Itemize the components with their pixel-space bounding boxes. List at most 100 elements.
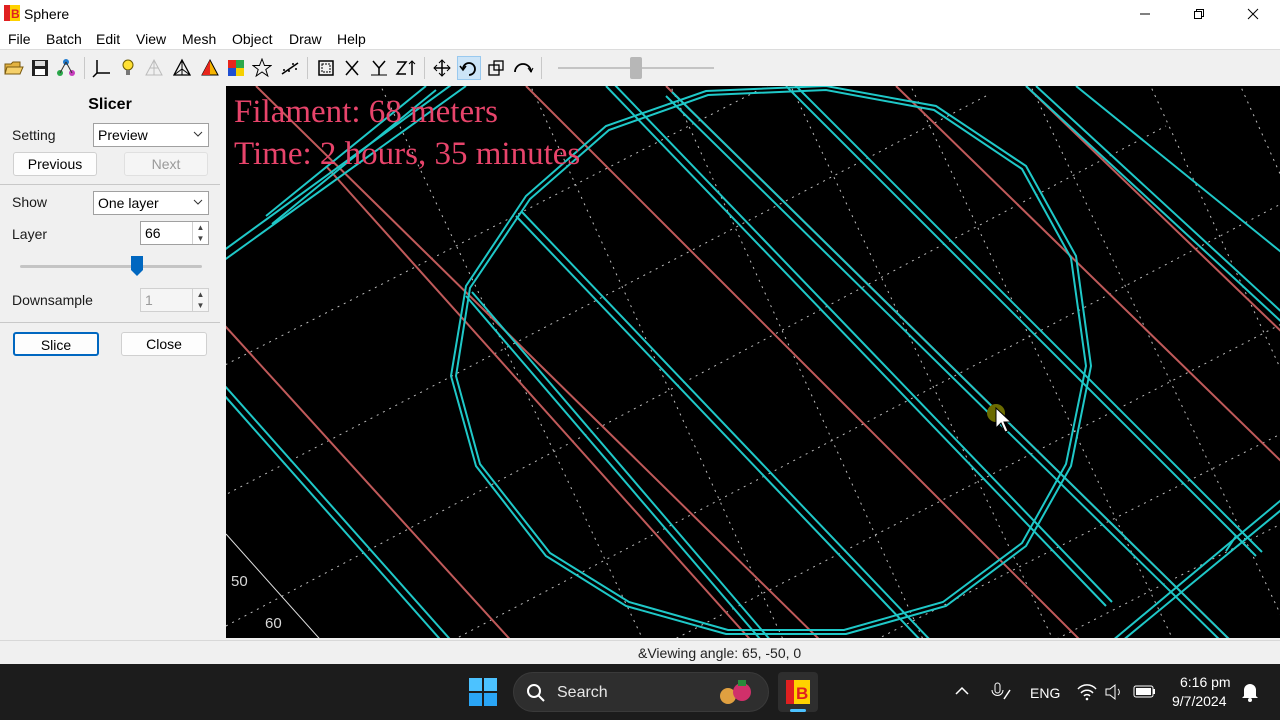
axis-tick-label: 60 [265, 615, 282, 632]
axis-y-icon [371, 60, 387, 76]
toolbar-separator [84, 57, 85, 79]
downsample-label: Downsample [12, 292, 93, 308]
scatter-button[interactable] [278, 56, 302, 80]
zoom-slider-thumb[interactable] [630, 57, 642, 79]
viewing-angle-status: &Viewing angle: 65, -50, 0 [638, 645, 802, 661]
wireframe-button[interactable] [142, 56, 166, 80]
downsample-value: 1 [145, 292, 153, 308]
toolbar-separator [541, 57, 542, 79]
rotate-icon [459, 62, 476, 76]
save-button[interactable] [28, 56, 52, 80]
downsample-spinner[interactable]: 1 ▲ ▼ [140, 288, 209, 312]
axes-icon [92, 60, 110, 78]
status-bar: &Viewing angle: 65, -50, 0 [0, 640, 1280, 664]
menu-edit[interactable]: Edit [96, 31, 120, 47]
layer-slider-track[interactable] [20, 265, 202, 268]
network-icon [57, 59, 75, 76]
select-box-icon [318, 60, 334, 76]
menu-file[interactable]: File [8, 31, 31, 47]
notification-bell-icon[interactable] [1240, 682, 1260, 702]
close-icon [1247, 8, 1259, 20]
3d-viewport[interactable]: Filament: 68 meters Time: 2 hours, 35 mi… [226, 86, 1280, 638]
menu-mesh[interactable]: Mesh [182, 31, 216, 47]
slice-button[interactable]: Slice [13, 332, 99, 356]
shaded-button[interactable] [198, 56, 222, 80]
clock-time[interactable]: 6:16 pm [1180, 674, 1231, 690]
maximize-button[interactable] [1172, 0, 1226, 28]
setting-label: Setting [12, 127, 56, 143]
colormap-icon [228, 60, 244, 76]
windows-start-icon[interactable] [469, 678, 497, 706]
title-bar: B Sphere [0, 0, 1280, 28]
battery-icon[interactable] [1133, 684, 1157, 700]
minimize-button[interactable] [1118, 0, 1172, 28]
slicer-panel: Slicer Setting Preview Previous Next Sho… [0, 86, 226, 638]
app-logo-icon: B [4, 5, 20, 21]
search-icon [527, 684, 545, 702]
star-button[interactable] [250, 56, 274, 80]
previous-button[interactable]: Previous [13, 152, 97, 176]
window-title: Sphere [24, 6, 70, 22]
setting-dropdown[interactable]: Preview [93, 123, 209, 147]
menu-object[interactable]: Object [232, 31, 272, 47]
shaded-icon [201, 58, 219, 76]
setting-value: Preview [98, 127, 148, 143]
clock-date[interactable]: 9/7/2024 [1172, 693, 1227, 709]
menu-bar: File Batch Edit View Mesh Object Draw He… [0, 28, 1280, 50]
panel-title: Slicer [88, 96, 132, 113]
close-button[interactable]: Close [121, 332, 207, 356]
chevron-down-icon [193, 199, 203, 205]
toolbar-separator [424, 57, 425, 79]
taskbar-app-sphere[interactable]: B [778, 672, 818, 712]
menu-draw[interactable]: Draw [289, 31, 322, 47]
panel-divider [0, 322, 220, 323]
svg-text:B: B [796, 684, 808, 703]
axes-button[interactable] [90, 56, 114, 80]
axis-tick-label: 50 [231, 573, 248, 590]
microphone-pen-icon[interactable] [988, 682, 1012, 702]
layer-value: 66 [145, 225, 161, 241]
language-indicator[interactable]: ENG [1030, 685, 1060, 701]
move-button[interactable] [430, 56, 454, 80]
spinner-arrows[interactable]: ▲ ▼ [192, 289, 208, 311]
light-button[interactable] [116, 56, 140, 80]
show-dropdown[interactable]: One layer [93, 191, 209, 215]
layer-slider-thumb[interactable] [130, 255, 144, 277]
time-text: Time: 2 hours, 35 minutes [234, 136, 581, 172]
wifi-icon[interactable] [1077, 683, 1097, 701]
wireframe-icon [145, 58, 163, 76]
menu-help[interactable]: Help [337, 31, 366, 47]
chevron-up-icon[interactable] [955, 686, 969, 696]
rotate-button[interactable] [457, 56, 481, 80]
show-label: Show [12, 194, 48, 210]
layer-spinner[interactable]: 66 ▲ ▼ [140, 221, 209, 245]
active-app-indicator [790, 709, 806, 712]
axis-y-button[interactable] [367, 56, 391, 80]
panel-divider [0, 184, 220, 185]
network-button[interactable] [54, 56, 78, 80]
chevron-down-icon [193, 131, 203, 137]
volume-icon[interactable] [1104, 683, 1124, 701]
scatter-icon [281, 62, 299, 75]
select-box-button[interactable] [314, 56, 338, 80]
lightbulb-icon [122, 59, 134, 75]
scale-button[interactable] [484, 56, 508, 80]
menu-view[interactable]: View [136, 31, 166, 47]
colormap-button[interactable] [224, 56, 248, 80]
scale-icon [488, 60, 504, 76]
spinner-arrows[interactable]: ▲ ▼ [192, 222, 208, 244]
close-window-button[interactable] [1226, 0, 1280, 28]
axis-x-button[interactable] [340, 56, 364, 80]
menu-batch[interactable]: Batch [46, 31, 82, 47]
taskbar-search[interactable]: Search [513, 672, 769, 712]
mesh-button[interactable] [170, 56, 194, 80]
axis-z-button[interactable] [394, 56, 418, 80]
save-icon [32, 60, 48, 76]
open-button[interactable] [2, 56, 26, 80]
app-window: B Sphere File Batch Edit View Mesh Objec… [0, 0, 1280, 664]
next-button[interactable]: Next [124, 152, 208, 176]
axis-x-icon [345, 60, 359, 76]
search-highlight-icon [720, 680, 751, 704]
mesh-icon [172, 58, 192, 76]
orbit-button[interactable] [511, 56, 535, 80]
